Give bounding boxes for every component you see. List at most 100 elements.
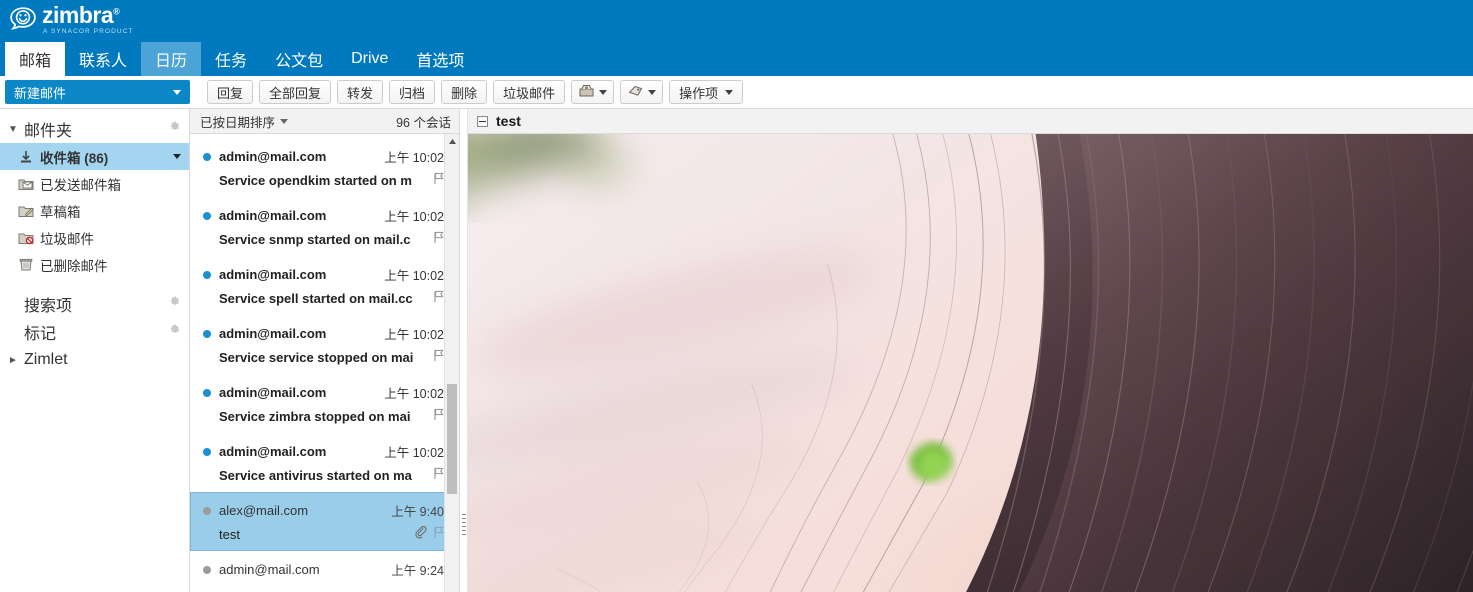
timestamp: 上午 10:02 [384, 210, 444, 224]
archive-label: 归档 [399, 85, 426, 101]
tab-label: 任务 [215, 53, 248, 70]
tab-calendar[interactable]: 日历 [141, 42, 202, 76]
zimlet-section-header[interactable]: ► Zimlet [0, 346, 189, 374]
chevron-down-icon[interactable] [599, 89, 608, 95]
message-list-header: 已按日期排序 96 个会话 [190, 109, 459, 134]
conversation-count: 96 个会话 [396, 115, 451, 130]
tab-label: 公文包 [275, 53, 324, 70]
subject: test [219, 526, 240, 542]
triangle-right-icon[interactable]: ► [6, 355, 20, 366]
message-list-scrollbar[interactable] [444, 134, 459, 592]
tab-mail[interactable]: 邮箱 [5, 42, 66, 76]
flag-icon[interactable] [433, 408, 444, 424]
pane-splitter[interactable] [460, 109, 468, 592]
sender: admin@mail.com [219, 444, 327, 459]
sidebar-item-trash[interactable]: 已删除邮件 [0, 251, 189, 278]
compose-button[interactable]: 新建邮件 [5, 80, 190, 104]
compose-area: 新建邮件 [0, 80, 195, 104]
scroll-up-arrow-icon[interactable] [445, 134, 459, 148]
folders-section-header[interactable]: ▼ 邮件夹 [0, 115, 189, 143]
zimbra-logo[interactable]: zimbra® A SYNACOR PRODUCT [8, 4, 134, 36]
flag-icon[interactable] [433, 290, 444, 306]
chevron-down-icon[interactable] [173, 154, 181, 159]
list-item[interactable]: admin@mail.com 上午 10:02 Service zimbra s… [190, 374, 459, 433]
sidebar-item-sent[interactable]: 已发送邮件箱 [0, 170, 189, 197]
message-actions: 回复 全部回复 转发 归档 删除 垃圾邮件 操作项 [195, 80, 1473, 104]
tab-drive[interactable]: Drive [337, 42, 402, 76]
timestamp: 上午 10:02 [384, 269, 444, 283]
unread-dot-icon [203, 447, 211, 456]
paperclip-icon[interactable] [414, 526, 427, 542]
forward-button[interactable]: 转发 [337, 80, 384, 104]
reply-all-button[interactable]: 全部回复 [259, 80, 332, 104]
list-item[interactable]: admin@mail.com 上午 10:02 Service opendkim… [190, 138, 459, 197]
list-item[interactable]: admin@mail.com 上午 10:02 Service service … [190, 315, 459, 374]
read-dot-icon [203, 565, 211, 574]
triangle-down-icon[interactable]: ▼ [6, 124, 20, 135]
sidebar-item-drafts[interactable]: 草稿箱 [0, 197, 189, 224]
unread-dot-icon [203, 329, 211, 338]
folders-section-label: 邮件夹 [24, 123, 73, 140]
unread-dot-icon [203, 388, 211, 397]
list-item[interactable]: admin@mail.com 上午 10:02 Service snmp sta… [190, 197, 459, 256]
sender: alex@mail.com [219, 503, 309, 518]
sender: admin@mail.com [219, 562, 320, 577]
flag-icon[interactable] [433, 172, 444, 188]
sidebar-item-label: 已删除邮件 [40, 258, 108, 274]
junk-button[interactable]: 垃圾邮件 [493, 80, 566, 104]
chevron-down-icon[interactable] [173, 89, 181, 95]
flag-icon[interactable] [433, 231, 444, 247]
flag-icon[interactable] [433, 467, 444, 483]
sort-label[interactable]: 已按日期排序 [200, 112, 275, 131]
tab-briefcase[interactable]: 公文包 [261, 42, 337, 76]
scrollbar-thumb[interactable] [447, 384, 457, 494]
timestamp: 上午 10:02 [384, 328, 444, 342]
tag-button[interactable] [620, 80, 664, 104]
actions-button[interactable]: 操作项 [669, 80, 744, 104]
list-item-selected[interactable]: alex@mail.com 上午 9:40 test [190, 492, 459, 551]
tab-label: Drive [351, 50, 389, 67]
unread-dot-icon [203, 270, 211, 279]
gear-icon[interactable] [168, 323, 181, 341]
sidebar-item-label: 草稿箱 [40, 204, 81, 220]
subject: Service zimbra stopped on mai [219, 408, 411, 424]
sidebar-item-junk[interactable]: 垃圾邮件 [0, 224, 189, 251]
archive-button[interactable]: 归档 [389, 80, 436, 104]
gear-icon[interactable] [168, 295, 181, 313]
reading-pane: test [468, 109, 1473, 592]
flag-icon[interactable] [433, 526, 444, 542]
tags-section-header[interactable]: 标记 [0, 318, 189, 346]
tab-label: 首选项 [416, 53, 465, 70]
message-body[interactable] [468, 134, 1473, 592]
sidebar-item-label: 收件箱 (86) [40, 150, 109, 166]
reply-all-label: 全部回复 [269, 85, 322, 101]
junk-folder-icon [18, 231, 40, 245]
reply-button[interactable]: 回复 [207, 80, 254, 104]
flag-icon[interactable] [433, 349, 444, 365]
brand-tagline: A SYNACOR PRODUCT [43, 28, 134, 35]
message-list-body[interactable]: admin@mail.com 上午 10:02 Service opendkim… [190, 134, 459, 592]
list-item[interactable]: admin@mail.com 上午 10:02 Service spell st… [190, 256, 459, 315]
chevron-down-icon[interactable] [725, 89, 734, 95]
attachment-portrait-photo [468, 134, 1473, 592]
chevron-down-icon[interactable] [648, 89, 657, 95]
subject: Service spell started on mail.cc [219, 290, 413, 306]
list-item[interactable]: admin@mail.com 上午 10:02 Service antiviru… [190, 433, 459, 492]
sidebar-item-label: 已发送邮件箱 [40, 177, 121, 193]
tab-contacts[interactable]: 联系人 [65, 42, 141, 76]
collapse-box-icon[interactable] [477, 115, 488, 127]
trademark-mark: ® [113, 6, 120, 17]
splitter-grip-icon[interactable] [462, 514, 466, 536]
searches-section-header[interactable]: 搜索项 [0, 290, 189, 318]
zimlet-section-label: Zimlet [24, 351, 68, 368]
timestamp: 上午 9:24 [391, 564, 444, 578]
tab-tasks[interactable]: 任务 [201, 42, 261, 76]
list-item[interactable]: admin@mail.com 上午 9:24 [190, 551, 459, 588]
move-to-folder-button[interactable] [571, 80, 615, 104]
move-to-folder-icon [578, 83, 595, 101]
gear-icon[interactable] [168, 120, 181, 138]
delete-button[interactable]: 删除 [441, 80, 488, 104]
sidebar-item-inbox[interactable]: 收件箱 (86) [0, 143, 189, 170]
tab-preferences[interactable]: 首选项 [402, 42, 478, 76]
chevron-down-icon[interactable] [280, 118, 289, 124]
